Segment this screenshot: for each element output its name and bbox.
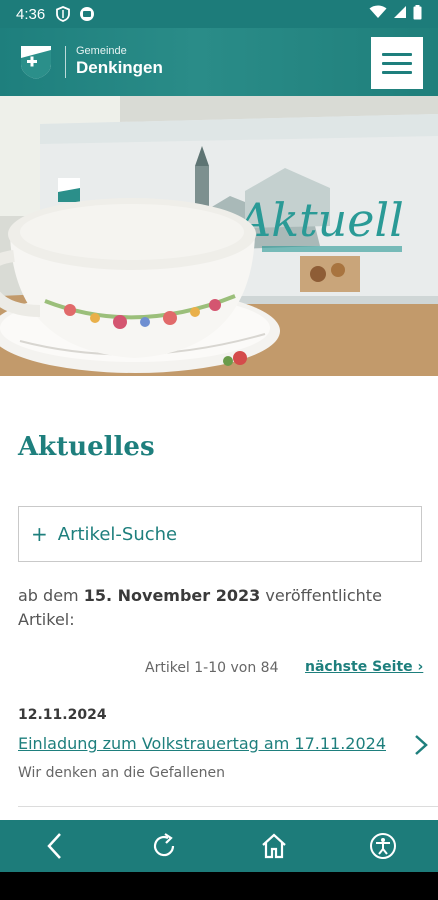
page-title: Aktuelles [18,432,155,462]
filter-prefix: ab dem [18,586,84,605]
hamburger-icon-line [382,52,412,56]
shield-icon [55,6,71,22]
plus-icon: + [31,522,48,546]
system-navigation-bar [0,872,438,900]
status-bar: 4:36 [0,0,438,28]
pagination: Artikel 1-10 von 84 nächste Seite › [0,658,438,680]
reload-button[interactable] [142,824,186,868]
battery-icon [413,4,422,24]
article-subtitle: Wir denken an die Gefallenen [18,765,226,781]
hamburger-icon-line [382,70,412,74]
chevron-right-icon[interactable] [412,734,430,756]
signal-icon [393,5,407,23]
hero-paper-title: Aktuell [234,193,404,247]
article-title-link[interactable]: Einladung zum Volkstrauertag am 17.11.20… [18,734,386,753]
home-button[interactable] [252,824,296,868]
accessibility-icon [370,833,397,859]
article-date: 12.11.2024 [18,707,107,723]
back-icon [47,833,61,859]
brand-title: Denkingen [76,58,163,77]
status-time: 4:36 [16,5,46,23]
reload-icon [154,833,175,857]
municipality-logo[interactable] [18,44,54,80]
article-search-toggle[interactable]: + Artikel-Suche [18,506,422,562]
filter-date: 15. November 2023 [83,586,261,605]
filter-description: ab dem 15. November 2023 veröffentlichte… [18,584,418,632]
hero-image: Aktuell [0,96,438,376]
hamburger-icon-line [382,61,412,65]
back-button[interactable] [33,824,77,868]
bottom-toolbar [0,820,438,872]
article-search-label: Artikel-Suche [57,523,178,545]
brand-subtitle: Gemeinde [76,45,127,57]
wifi-icon [369,5,387,23]
next-page-link[interactable]: nächste Seite › [305,659,423,675]
pager-count: Artikel 1-10 von 84 [145,660,279,676]
menu-button[interactable] [371,37,423,89]
app-icon [79,6,95,22]
accessibility-button[interactable] [361,824,405,868]
divider [18,806,438,807]
home-icon [262,833,286,859]
brand-separator [65,46,66,78]
